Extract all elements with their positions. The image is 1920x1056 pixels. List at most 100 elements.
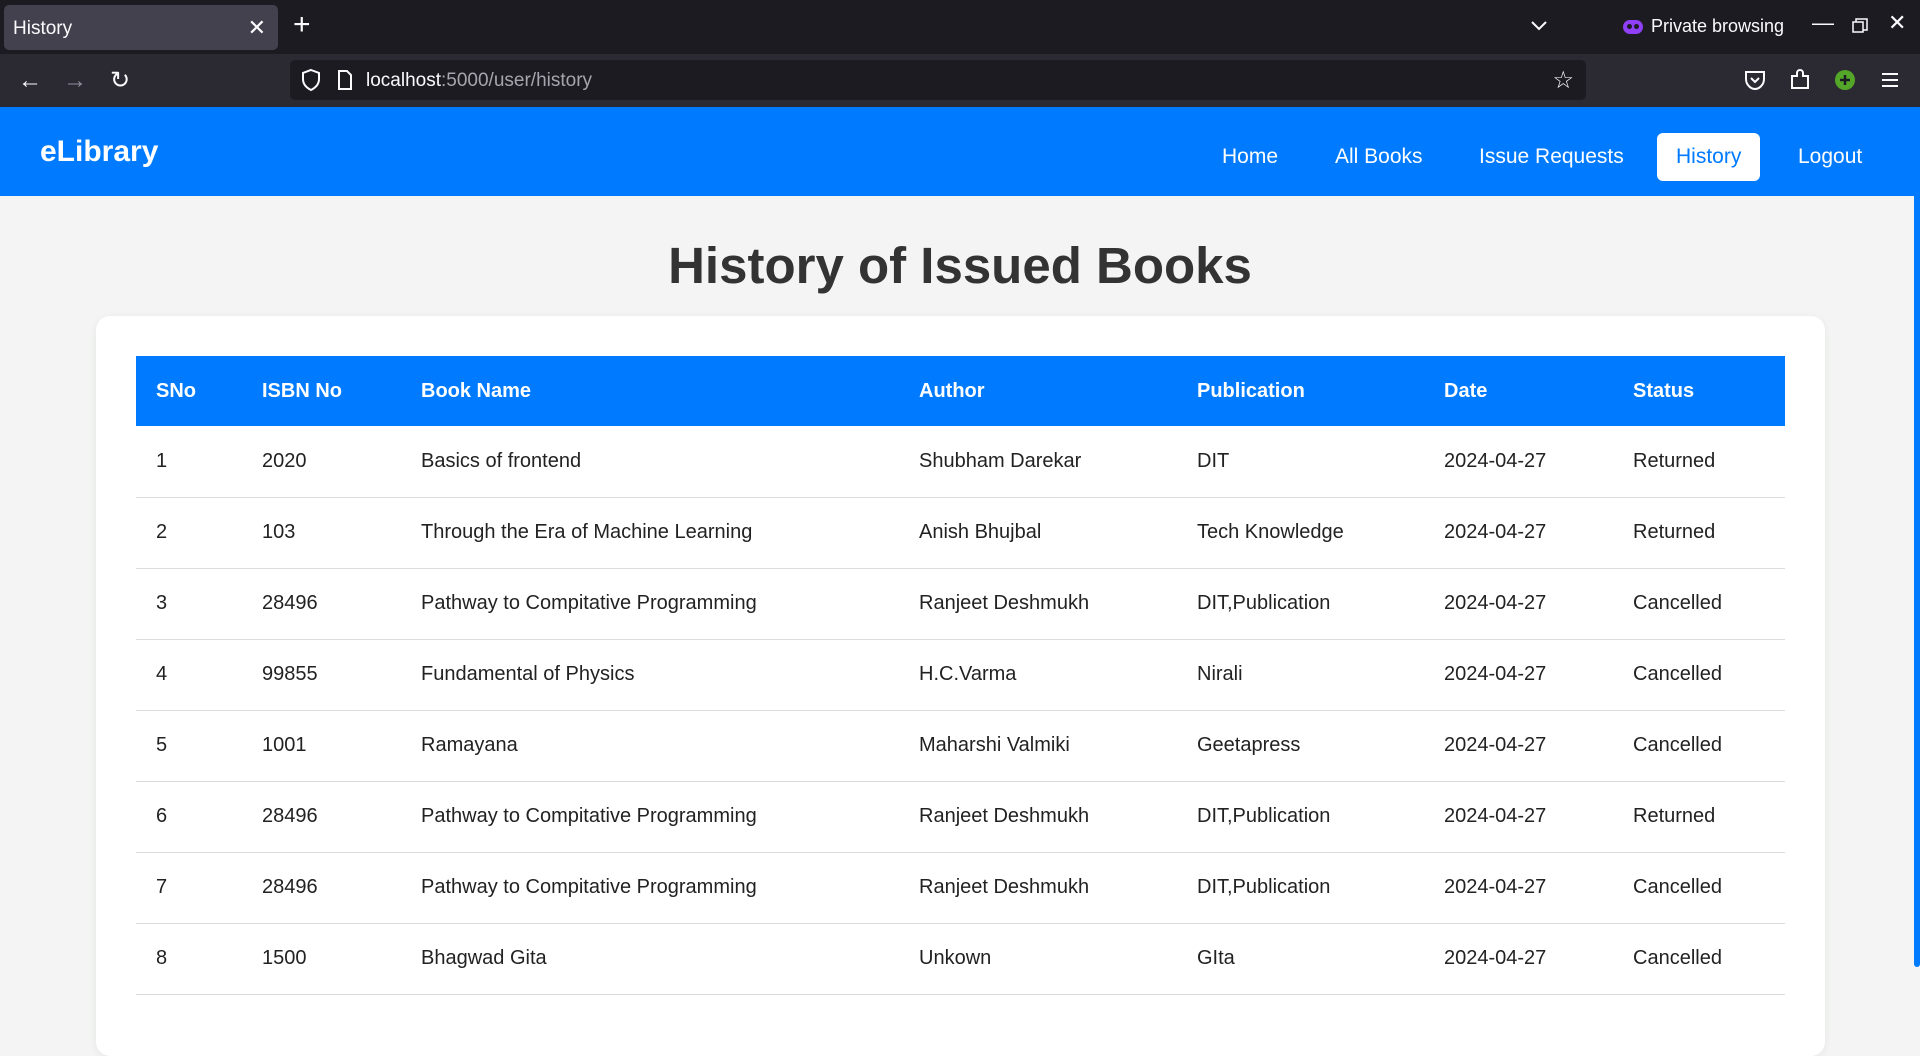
url-bar[interactable]: localhost:5000/user/history ☆ xyxy=(290,60,1586,100)
private-browsing-indicator: Private browsing xyxy=(1623,16,1784,37)
cell-date: 2024-04-27 xyxy=(1424,781,1613,853)
nav-history[interactable]: History xyxy=(1657,133,1761,181)
table-header-row: SNo ISBN No Book Name Author Publication… xyxy=(136,356,1785,426)
addon-icon[interactable] xyxy=(1832,67,1858,93)
private-label: Private browsing xyxy=(1651,16,1785,36)
cell-sno: 1 xyxy=(136,426,242,498)
table-row: 8 1500 Bhagwad Gita Unkown GIta 2024-04-27 Can… xyxy=(136,923,1785,995)
cell-date: 2024-04-27 xyxy=(1424,497,1613,569)
cell-book-name: Through the Era of Machine Learning xyxy=(401,497,899,569)
back-icon[interactable]: ← xyxy=(15,66,45,96)
header-status: Status xyxy=(1633,379,1695,402)
cell-isbn: 28496 xyxy=(242,781,401,853)
brand-logo[interactable]: eLibrary xyxy=(40,135,158,169)
cell-sno: 2 xyxy=(136,497,242,569)
table-row: 2 103 Through the Era of Machine Learning A… xyxy=(136,497,1785,569)
cell-sno: 6 xyxy=(136,781,242,853)
history-card: SNo ISBN No Book Name Author Publication… xyxy=(96,316,1825,1056)
cell-isbn: 28496 xyxy=(242,852,401,924)
cell-book-name: Pathway to Compitative Programming xyxy=(401,781,899,853)
cell-author: Ranjeet Deshmukh xyxy=(899,852,1177,924)
cell-isbn: 1001 xyxy=(242,710,401,782)
header-publication: Publication xyxy=(1197,379,1305,402)
cell-status: Returned xyxy=(1613,781,1785,853)
forward-icon[interactable]: → xyxy=(60,66,90,96)
cell-author: Anish Bhujbal xyxy=(899,497,1177,569)
nav-logout[interactable]: Logout xyxy=(1779,133,1881,181)
cell-publication: Nirali xyxy=(1177,639,1424,711)
cell-isbn: 28496 xyxy=(242,568,401,640)
cell-book-name: Basics of frontend xyxy=(401,426,899,498)
cell-status: Cancelled xyxy=(1613,639,1785,711)
reload-icon[interactable]: ↻ xyxy=(105,66,135,96)
nav-home[interactable]: Home xyxy=(1203,133,1297,181)
table-row: 3 28496 Pathway to Compitative Programming… xyxy=(136,568,1785,640)
nav-issue-requests[interactable]: Issue Requests xyxy=(1460,133,1643,181)
table-row: 7 28496 Pathway to Compitative Programming… xyxy=(136,852,1785,924)
header-book-name: Book Name xyxy=(421,379,532,402)
url-host: localhost xyxy=(366,70,441,91)
tab-title: History xyxy=(13,18,73,39)
page-scrollbar[interactable] xyxy=(1914,107,1920,967)
table-row: 4 99855 Fundamental of Physics H.C.Varma Nir… xyxy=(136,639,1785,711)
page-icon[interactable] xyxy=(336,69,354,91)
cell-sno: 7 xyxy=(136,852,242,924)
tab-history[interactable]: History ✕ xyxy=(4,5,278,50)
cell-status: Returned xyxy=(1613,497,1785,569)
chevron-down-icon[interactable] xyxy=(1528,14,1550,36)
pocket-icon[interactable] xyxy=(1742,67,1768,93)
cell-author: Shubham Darekar xyxy=(899,426,1177,498)
cell-author: Maharshi Valmiki xyxy=(899,710,1177,782)
cell-publication: Tech Knowledge xyxy=(1177,497,1424,569)
cell-sno: 8 xyxy=(136,923,242,995)
cell-status: Cancelled xyxy=(1613,710,1785,782)
cell-isbn: 103 xyxy=(242,497,401,569)
close-tab-icon[interactable]: ✕ xyxy=(248,15,266,41)
menu-icon[interactable] xyxy=(1877,67,1903,93)
cell-publication: DIT xyxy=(1177,426,1424,498)
browser-chrome: History ✕ + Private browsing — ✕ ← → ↻ l… xyxy=(0,0,1920,107)
cell-isbn: 1500 xyxy=(242,923,401,995)
cell-date: 2024-04-27 xyxy=(1424,568,1613,640)
table-row: 6 28496 Pathway to Compitative Programming… xyxy=(136,781,1785,853)
cell-date: 2024-04-27 xyxy=(1424,639,1613,711)
table-body: 1 2020 Basics of frontend Shubham Darekar DI… xyxy=(136,426,1785,995)
minimize-icon[interactable]: — xyxy=(1812,10,1834,36)
page-title: History of Issued Books xyxy=(668,237,1252,294)
browser-toolbar: ← → ↻ localhost:5000/user/history ☆ xyxy=(0,54,1920,107)
nav-all-books[interactable]: All Books xyxy=(1316,133,1442,181)
url-path: :5000/user/history xyxy=(441,70,593,91)
header-sno: SNo xyxy=(156,379,196,402)
cell-sno: 3 xyxy=(136,568,242,640)
cell-author: Ranjeet Deshmukh xyxy=(899,568,1177,640)
cell-book-name: Pathway to Compitative Programming xyxy=(401,852,899,924)
cell-date: 2024-04-27 xyxy=(1424,426,1613,498)
close-window-icon[interactable]: ✕ xyxy=(1888,10,1906,36)
cell-author: H.C.Varma xyxy=(899,639,1177,711)
new-tab-icon[interactable]: + xyxy=(293,8,311,42)
main-content: History of Issued Books SNo ISBN No Book… xyxy=(0,196,1920,1056)
cell-publication: GIta xyxy=(1177,923,1424,995)
cell-status: Cancelled xyxy=(1613,568,1785,640)
private-mask-icon xyxy=(1623,19,1643,34)
cell-status: Cancelled xyxy=(1613,852,1785,924)
cell-book-name: Ramayana xyxy=(401,710,899,782)
cell-author: Unkown xyxy=(899,923,1177,995)
url-text: localhost:5000/user/history xyxy=(366,70,592,92)
cell-book-name: Bhagwad Gita xyxy=(401,923,899,995)
cell-isbn: 2020 xyxy=(242,426,401,498)
cell-date: 2024-04-27 xyxy=(1424,710,1613,782)
cell-date: 2024-04-27 xyxy=(1424,923,1613,995)
restore-icon[interactable] xyxy=(1852,18,1868,34)
cell-sno: 4 xyxy=(136,639,242,711)
cell-publication: DIT,Publication xyxy=(1177,568,1424,640)
cell-author: Ranjeet Deshmukh xyxy=(899,781,1177,853)
header-date: Date xyxy=(1444,379,1488,402)
cell-date: 2024-04-27 xyxy=(1424,852,1613,924)
extensions-icon[interactable] xyxy=(1787,67,1813,93)
bookmark-star-icon[interactable]: ☆ xyxy=(1552,66,1574,95)
app-navbar: eLibrary Home All Books Issue Requests H… xyxy=(0,107,1920,196)
table-row: 1 2020 Basics of frontend Shubham Darekar DI… xyxy=(136,426,1785,498)
cell-publication: DIT,Publication xyxy=(1177,781,1424,853)
shield-icon[interactable] xyxy=(300,68,322,92)
